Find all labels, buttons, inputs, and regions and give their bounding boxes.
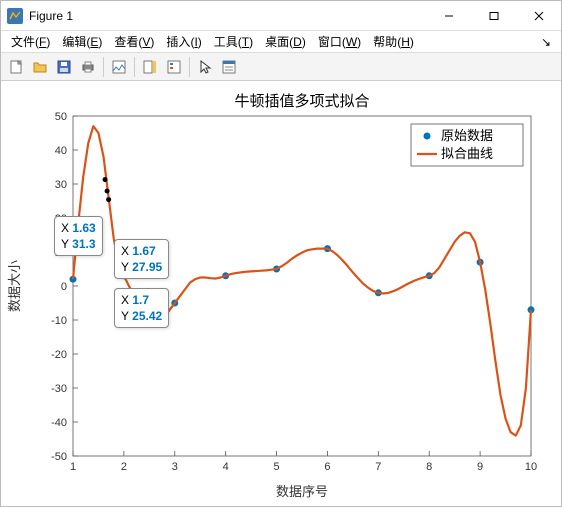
close-button[interactable] xyxy=(516,1,561,30)
svg-text:5: 5 xyxy=(273,461,279,473)
menu-insert[interactable]: 插入(I) xyxy=(160,31,207,53)
menu-desktop[interactable]: 桌面(D) xyxy=(259,31,312,53)
open-button[interactable] xyxy=(29,56,51,78)
svg-text:数据序号: 数据序号 xyxy=(276,484,328,499)
minimize-button[interactable] xyxy=(426,1,471,30)
new-figure-button[interactable] xyxy=(5,56,27,78)
pointer-icon xyxy=(197,59,213,75)
toolbar xyxy=(1,53,561,81)
svg-text:1: 1 xyxy=(70,461,76,473)
menubar: 文件(F) 编辑(E) 查看(V) 插入(I) 工具(T) 桌面(D) 窗口(W… xyxy=(1,31,561,53)
svg-text:4: 4 xyxy=(223,461,229,473)
chart[interactable]: 12345678910-50-40-30-20-1001020304050牛顿插… xyxy=(1,81,561,506)
svg-text:牛顿插值多项式拟合: 牛顿插值多项式拟合 xyxy=(234,93,369,110)
menu-edit[interactable]: 编辑(E) xyxy=(56,31,108,53)
svg-text:原始数据: 原始数据 xyxy=(441,128,493,143)
link-icon xyxy=(111,59,127,75)
svg-text:数据大小: 数据大小 xyxy=(7,260,22,312)
colorbar-icon xyxy=(142,59,158,75)
save-button[interactable] xyxy=(53,56,75,78)
menu-help[interactable]: 帮助(H) xyxy=(367,31,420,53)
open-property-inspector-button[interactable] xyxy=(218,56,240,78)
window-title: Figure 1 xyxy=(29,9,426,23)
menu-window[interactable]: 窗口(W) xyxy=(312,31,367,53)
svg-text:0: 0 xyxy=(61,281,67,293)
svg-text:拟合曲线: 拟合曲线 xyxy=(441,146,493,161)
titlebar: Figure 1 xyxy=(1,1,561,31)
data-tip[interactable]: X 1.67 Y 27.95 xyxy=(114,239,169,279)
legend-icon xyxy=(166,59,182,75)
plot-area[interactable]: 12345678910-50-40-30-20-1001020304050牛顿插… xyxy=(1,81,561,506)
svg-text:30: 30 xyxy=(55,179,67,191)
svg-text:3: 3 xyxy=(172,461,178,473)
svg-text:7: 7 xyxy=(375,461,381,473)
folder-open-icon xyxy=(32,59,48,75)
svg-text:9: 9 xyxy=(477,461,483,473)
properties-icon xyxy=(221,59,237,75)
maximize-button[interactable] xyxy=(471,1,516,30)
menubar-overflow-icon[interactable]: ↘ xyxy=(535,35,557,49)
svg-text:-30: -30 xyxy=(51,383,67,395)
data-tip[interactable]: X 1.7 Y 25.42 xyxy=(114,288,169,328)
app-icon xyxy=(7,8,23,24)
menu-view[interactable]: 查看(V) xyxy=(108,31,160,53)
link-plot-button[interactable] xyxy=(108,56,130,78)
svg-text:-50: -50 xyxy=(51,451,67,463)
insert-legend-button[interactable] xyxy=(163,56,185,78)
svg-text:-10: -10 xyxy=(51,315,67,327)
new-icon xyxy=(8,59,24,75)
edit-plot-button[interactable] xyxy=(194,56,216,78)
data-tip[interactable]: X 1.63 Y 31.3 xyxy=(54,216,103,256)
print-button[interactable] xyxy=(77,56,99,78)
sample-marker[interactable] xyxy=(105,188,110,193)
svg-text:40: 40 xyxy=(55,145,67,157)
print-icon xyxy=(80,59,96,75)
sample-marker[interactable] xyxy=(106,197,111,202)
svg-text:-20: -20 xyxy=(51,349,67,361)
svg-text:2: 2 xyxy=(121,461,127,473)
svg-text:10: 10 xyxy=(525,461,537,473)
menu-tools[interactable]: 工具(T) xyxy=(208,31,259,53)
menu-file[interactable]: 文件(F) xyxy=(5,31,56,53)
svg-text:6: 6 xyxy=(324,461,330,473)
save-icon xyxy=(56,59,72,75)
svg-text:8: 8 xyxy=(426,461,432,473)
svg-text:50: 50 xyxy=(55,111,67,123)
insert-colorbar-button[interactable] xyxy=(139,56,161,78)
svg-text:-40: -40 xyxy=(51,417,67,429)
sample-marker[interactable] xyxy=(103,177,108,182)
